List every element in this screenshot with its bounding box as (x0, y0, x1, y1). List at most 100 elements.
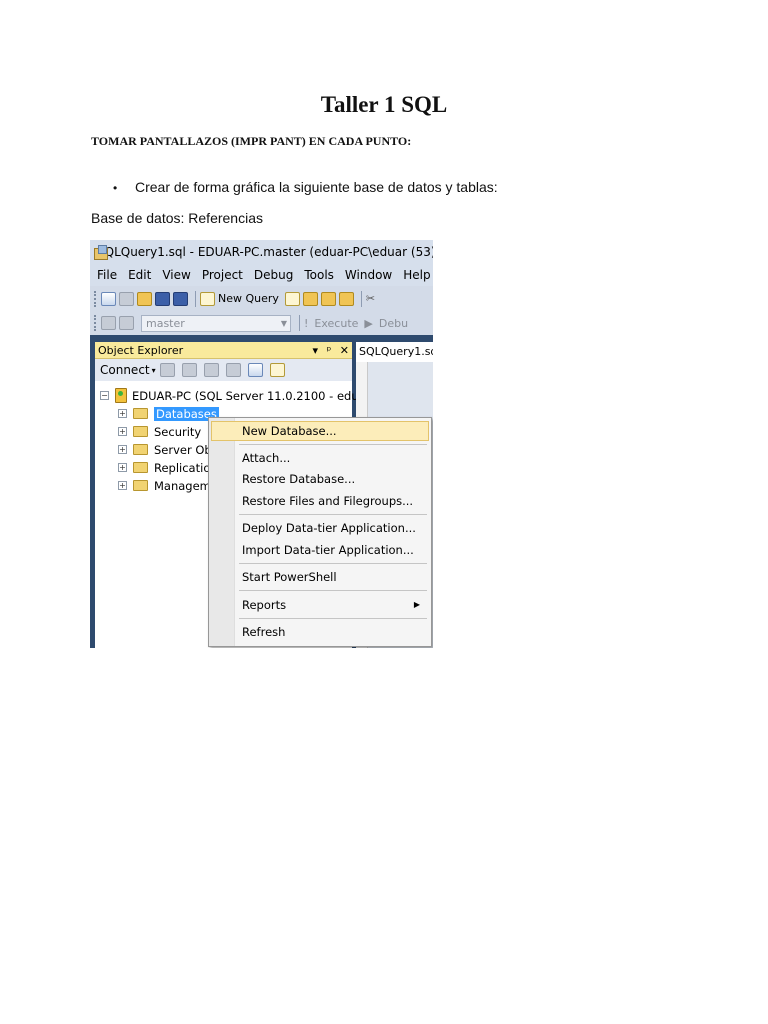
menu-separator (239, 563, 427, 564)
ssms-screenshot: SQLQuery1.sql - EDUAR-PC.master (eduar-P… (90, 240, 433, 648)
tree-item-databases[interactable]: + Databases (118, 405, 219, 422)
context-menu: New Database... Attach... Restore Databa… (208, 417, 432, 647)
activity-monitor-icon[interactable] (269, 363, 285, 377)
object-explorer-header: Object Explorer ▾ ᵖ ✕ (95, 342, 352, 359)
database-selector-value: master (146, 316, 185, 330)
folder-icon (133, 426, 148, 437)
folder-icon (133, 408, 148, 419)
refresh-icon[interactable] (247, 363, 263, 377)
close-icon[interactable]: ✕ (340, 344, 349, 357)
new-query-button[interactable]: New Query (218, 292, 279, 305)
bullet-dot-icon: • (113, 181, 118, 195)
tree-item-replication[interactable]: + Replicatio (118, 459, 210, 476)
menu-item-refresh[interactable]: Refresh (211, 622, 429, 642)
toolbar-separator (299, 315, 300, 331)
menu-item-restore-files[interactable]: Restore Files and Filegroups... (211, 491, 429, 511)
menu-help[interactable]: Help (403, 268, 430, 282)
menu-window[interactable]: Window (345, 268, 392, 282)
debug-button[interactable]: Debu (379, 317, 408, 330)
open-file-icon[interactable] (137, 291, 152, 306)
document-title: Taller 1 SQL (320, 92, 448, 117)
document-subtitle: TOMAR PANTALLAZOS (IMPR PANT) EN CADA PU… (91, 134, 412, 148)
tree-item-server-objects[interactable]: + Server Obj (118, 441, 215, 458)
toolbar-grip-icon[interactable] (94, 315, 97, 331)
toolbar-grip-icon[interactable] (94, 290, 97, 307)
menu-item-import-data-tier[interactable]: Import Data-tier Application... (211, 540, 429, 560)
filter-icon[interactable] (225, 363, 241, 377)
menu-separator (239, 618, 427, 619)
expand-icon[interactable]: + (118, 463, 127, 472)
server-node-label: EDUAR-PC (SQL Server 11.0.2100 - eduar-P (132, 388, 381, 403)
menu-item-new-database[interactable]: New Database... (211, 421, 429, 441)
menu-view[interactable]: View (162, 268, 190, 282)
folder-icon (133, 462, 148, 473)
mdx-query-icon[interactable] (320, 291, 336, 306)
execute-icon[interactable]: ! (304, 317, 308, 330)
tab-sqlquery1[interactable]: SQLQuery1.sql (356, 342, 433, 362)
toolbar-separator (195, 290, 196, 307)
analysis-query-icon[interactable] (302, 291, 318, 306)
menu-separator (239, 590, 427, 591)
execute-button[interactable]: Execute (314, 317, 358, 330)
menu-item-deploy-data-tier[interactable]: Deploy Data-tier Application... (211, 518, 429, 538)
chevron-down-icon: ▼ (280, 318, 287, 328)
menu-item-restore-database[interactable]: Restore Database... (211, 469, 429, 489)
menu-item-reports[interactable]: Reports ▶ (211, 595, 429, 615)
bullet-text: Crear de forma gráfica la siguiente base… (135, 179, 498, 195)
folder-icon (133, 480, 148, 491)
tree-item-management[interactable]: + Managem (118, 477, 211, 494)
stop-icon[interactable] (203, 363, 219, 377)
database-line: Base de datos: Referencias (91, 210, 263, 226)
connect-object-explorer-icon[interactable] (159, 363, 175, 377)
menu-project[interactable]: Project (202, 268, 243, 282)
menu-item-start-powershell[interactable]: Start PowerShell (211, 567, 429, 587)
save-icon[interactable] (155, 291, 170, 306)
tree-item-label: Security (154, 424, 202, 439)
disconnect-icon[interactable] (181, 363, 197, 377)
toolbar-separator (360, 290, 362, 307)
menu-file[interactable]: File (97, 268, 117, 282)
new-query-icon[interactable] (200, 291, 215, 306)
menu-debug[interactable]: Debug (254, 268, 293, 282)
save-all-icon[interactable] (173, 291, 188, 306)
expand-icon[interactable]: + (118, 427, 127, 436)
window-titlebar: SQLQuery1.sql - EDUAR-PC.master (eduar-P… (90, 240, 433, 264)
menu-item-reports-label: Reports (242, 598, 287, 612)
tree-item-label: Server Obj (154, 442, 215, 457)
submenu-arrow-icon: ▶ (413, 600, 420, 609)
new-project-icon[interactable] (101, 291, 116, 306)
cut-icon[interactable]: ✂ (366, 292, 378, 306)
database-engine-query-icon[interactable] (284, 291, 300, 306)
dmx-query-icon[interactable] (338, 291, 354, 306)
expand-icon[interactable]: + (118, 409, 127, 418)
add-item-icon[interactable] (119, 291, 134, 306)
panel-controls: ▾ ᵖ ✕ (308, 344, 349, 357)
dropdown-arrow-icon[interactable]: ▾ (313, 344, 319, 357)
expand-icon[interactable]: + (118, 481, 127, 490)
tree-server-node[interactable]: − EDUAR-PC (SQL Server 11.0.2100 - eduar… (100, 387, 381, 404)
object-explorer-title: Object Explorer (98, 343, 184, 357)
menu-tools[interactable]: Tools (304, 268, 334, 282)
connect-button[interactable]: Connect (100, 363, 150, 377)
object-explorer-toolbar: Connect ▾ (95, 359, 352, 381)
standard-toolbar: New Query ✂ (90, 286, 433, 311)
menu-bar: File Edit View Project Debug Tools Windo… (90, 264, 433, 286)
menu-item-attach[interactable]: Attach... (211, 448, 429, 468)
pin-icon[interactable]: ᵖ (327, 344, 332, 357)
collapse-icon[interactable]: − (100, 391, 109, 400)
connect-query-icon[interactable] (101, 316, 116, 330)
tree-item-label: Managem (154, 478, 211, 493)
server-icon (115, 388, 127, 403)
connect-dropdown-icon[interactable]: ▾ (152, 366, 156, 375)
window-title: SQLQuery1.sql - EDUAR-PC.master (eduar-P… (97, 245, 433, 259)
change-connection-icon[interactable] (119, 316, 134, 330)
sql-editor-toolbar: master ▼ ! Execute ▶ Debu (90, 311, 433, 335)
folder-icon (133, 444, 148, 455)
bullet-item: • Crear de forma gráfica la siguiente bas… (113, 179, 498, 195)
debug-play-icon[interactable]: ▶ (364, 317, 372, 330)
menu-edit[interactable]: Edit (128, 268, 151, 282)
tree-item-security[interactable]: + Security (118, 423, 201, 440)
database-selector[interactable]: master ▼ (141, 314, 291, 332)
menu-separator (239, 514, 427, 515)
expand-icon[interactable]: + (118, 445, 127, 454)
